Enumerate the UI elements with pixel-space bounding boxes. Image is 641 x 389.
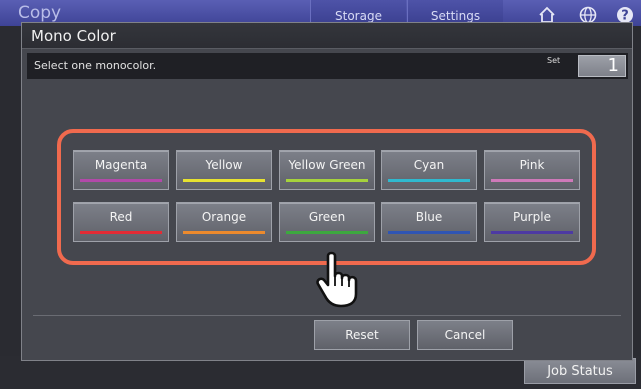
button-label: Blue xyxy=(415,210,443,224)
magenta-button[interactable]: Magenta xyxy=(73,150,169,190)
job-status-button[interactable]: Job Status xyxy=(524,358,636,384)
divider xyxy=(33,315,621,316)
color-swatch xyxy=(183,179,265,182)
color-swatch xyxy=(491,231,573,234)
button-label: Purple xyxy=(513,210,551,224)
button-label: Yellow Green xyxy=(288,158,366,172)
dialog-title-bar: Mono Color xyxy=(22,23,632,49)
button-label: Red xyxy=(109,210,133,224)
color-swatch xyxy=(183,231,265,234)
set-label: Set xyxy=(547,56,561,65)
button-label: Yellow xyxy=(205,158,243,172)
button-label: Magenta xyxy=(94,158,148,172)
instruction-bar: Select one monocolor. Set 1 xyxy=(27,53,628,79)
color-swatch xyxy=(80,179,162,182)
instruction-text: Select one monocolor. xyxy=(34,59,157,72)
button-label: Orange xyxy=(201,210,247,224)
purple-button[interactable]: Purple xyxy=(484,202,580,242)
color-swatch xyxy=(491,179,573,182)
red-button[interactable]: Red xyxy=(73,202,169,242)
yellow-button[interactable]: Yellow xyxy=(176,150,272,190)
orange-button[interactable]: Orange xyxy=(176,202,272,242)
blue-button[interactable]: Blue xyxy=(381,202,477,242)
cyan-button[interactable]: Cyan xyxy=(381,150,477,190)
reset-button[interactable]: Reset xyxy=(314,320,410,350)
green-button[interactable]: Green xyxy=(279,202,375,242)
app-title: Copy xyxy=(18,3,62,23)
button-label: Green xyxy=(308,210,346,224)
button-label: Pink xyxy=(519,158,545,172)
dialog-title: Mono Color xyxy=(31,27,116,45)
yellow-green-button[interactable]: Yellow Green xyxy=(279,150,375,190)
color-swatch xyxy=(388,179,470,182)
color-swatch xyxy=(286,179,368,182)
color-swatch xyxy=(388,231,470,234)
color-swatch xyxy=(80,231,162,234)
cancel-button[interactable]: Cancel xyxy=(417,320,513,350)
color-swatch xyxy=(286,231,368,234)
hand-pointer-icon xyxy=(316,251,358,308)
button-label: Cyan xyxy=(413,158,445,172)
pink-button[interactable]: Pink xyxy=(484,150,580,190)
set-count-field[interactable]: 1 xyxy=(578,55,626,77)
